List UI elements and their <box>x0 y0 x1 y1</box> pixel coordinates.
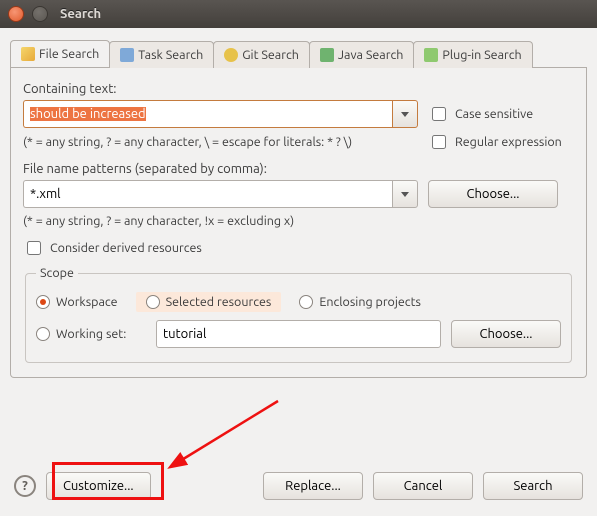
tab-file-search[interactable]: File Search <box>10 40 110 67</box>
scope-enclosing-label: Enclosing projects <box>319 295 421 309</box>
containing-text-dropdown[interactable] <box>392 100 418 128</box>
replace-button[interactable]: Replace... <box>263 472 363 500</box>
derived-resources-checkbox[interactable]: Consider derived resources <box>23 238 574 258</box>
search-button[interactable]: Search <box>483 472 583 500</box>
radio-icon <box>299 295 313 309</box>
tab-task-search[interactable]: Task Search <box>109 41 214 68</box>
containing-text-combo <box>23 100 418 128</box>
tab-git-search[interactable]: Git Search <box>213 41 310 68</box>
filename-choose-button[interactable]: Choose... <box>428 180 558 208</box>
scope-workingset-label: Working set: <box>56 327 126 341</box>
scope-workspace-label: Workspace <box>56 295 118 309</box>
workingset-choose-button[interactable]: Choose... <box>451 320 561 348</box>
tab-java-search[interactable]: Java Search <box>309 41 415 68</box>
git-search-icon <box>224 48 238 62</box>
cancel-button[interactable]: Cancel <box>373 472 473 500</box>
plugin-search-icon <box>424 48 438 62</box>
scope-selected-label: Selected resources <box>166 295 272 309</box>
dialog-content: File Search Task Search Git Search Java … <box>0 28 597 390</box>
scope-workspace-radio[interactable]: Workspace <box>36 295 118 309</box>
tab-label: Git Search <box>242 48 299 62</box>
tab-label: Task Search <box>138 48 203 62</box>
dialog-footer: ? Customize... Replace... Cancel Search <box>0 460 597 516</box>
help-button[interactable]: ? <box>14 475 36 497</box>
scope-selected-resources-radio[interactable]: Selected resources <box>136 292 282 312</box>
filename-patterns-input[interactable] <box>23 180 392 208</box>
tab-plugin-search[interactable]: Plug-in Search <box>413 41 532 68</box>
window-close-icon[interactable] <box>8 6 24 22</box>
tab-label: Plug-in Search <box>442 48 521 62</box>
file-search-icon <box>21 47 35 61</box>
derived-resources-label: Consider derived resources <box>50 241 202 255</box>
chevron-down-icon <box>401 192 409 197</box>
customize-button[interactable]: Customize... <box>46 472 151 500</box>
radio-icon <box>146 295 160 309</box>
containing-text-input[interactable] <box>23 100 392 128</box>
case-sensitive-input[interactable] <box>432 107 446 121</box>
case-sensitive-label: Case sensitive <box>455 107 533 121</box>
workingset-input[interactable] <box>156 320 441 348</box>
regex-checkbox[interactable]: Regular expression <box>428 132 562 152</box>
radio-icon <box>36 295 50 309</box>
java-search-icon <box>320 48 334 62</box>
filename-patterns-hint: (* = any string, ? = any character, !x =… <box>23 214 574 228</box>
tab-panel-file-search: Containing text: Case sensitive (* = any… <box>10 68 587 378</box>
help-icon: ? <box>22 479 28 493</box>
window-title: Search <box>60 7 101 21</box>
derived-resources-input[interactable] <box>27 241 41 255</box>
filename-patterns-dropdown[interactable] <box>392 180 418 208</box>
scope-group: Scope Workspace Selected resources Enclo… <box>25 266 572 363</box>
radio-icon <box>36 327 50 341</box>
containing-text-label: Containing text: <box>23 82 574 96</box>
scope-workingset-radio[interactable]: Working set: <box>36 327 146 341</box>
filename-patterns-label: File name patterns (separated by comma): <box>23 162 574 176</box>
tab-bar: File Search Task Search Git Search Java … <box>10 40 587 68</box>
tab-label: File Search <box>39 47 99 61</box>
scope-enclosing-projects-radio[interactable]: Enclosing projects <box>299 295 421 309</box>
scope-legend: Scope <box>36 266 78 280</box>
case-sensitive-checkbox[interactable]: Case sensitive <box>428 104 533 124</box>
chevron-down-icon <box>401 112 409 117</box>
titlebar: Search <box>0 0 597 28</box>
window-minimize-icon[interactable] <box>32 6 48 22</box>
regex-label: Regular expression <box>455 135 562 149</box>
task-search-icon <box>120 48 134 62</box>
tab-label: Java Search <box>338 48 404 62</box>
filename-patterns-combo <box>23 180 418 208</box>
regex-input[interactable] <box>432 135 446 149</box>
containing-text-hint: (* = any string, ? = any character, \ = … <box>23 135 418 149</box>
